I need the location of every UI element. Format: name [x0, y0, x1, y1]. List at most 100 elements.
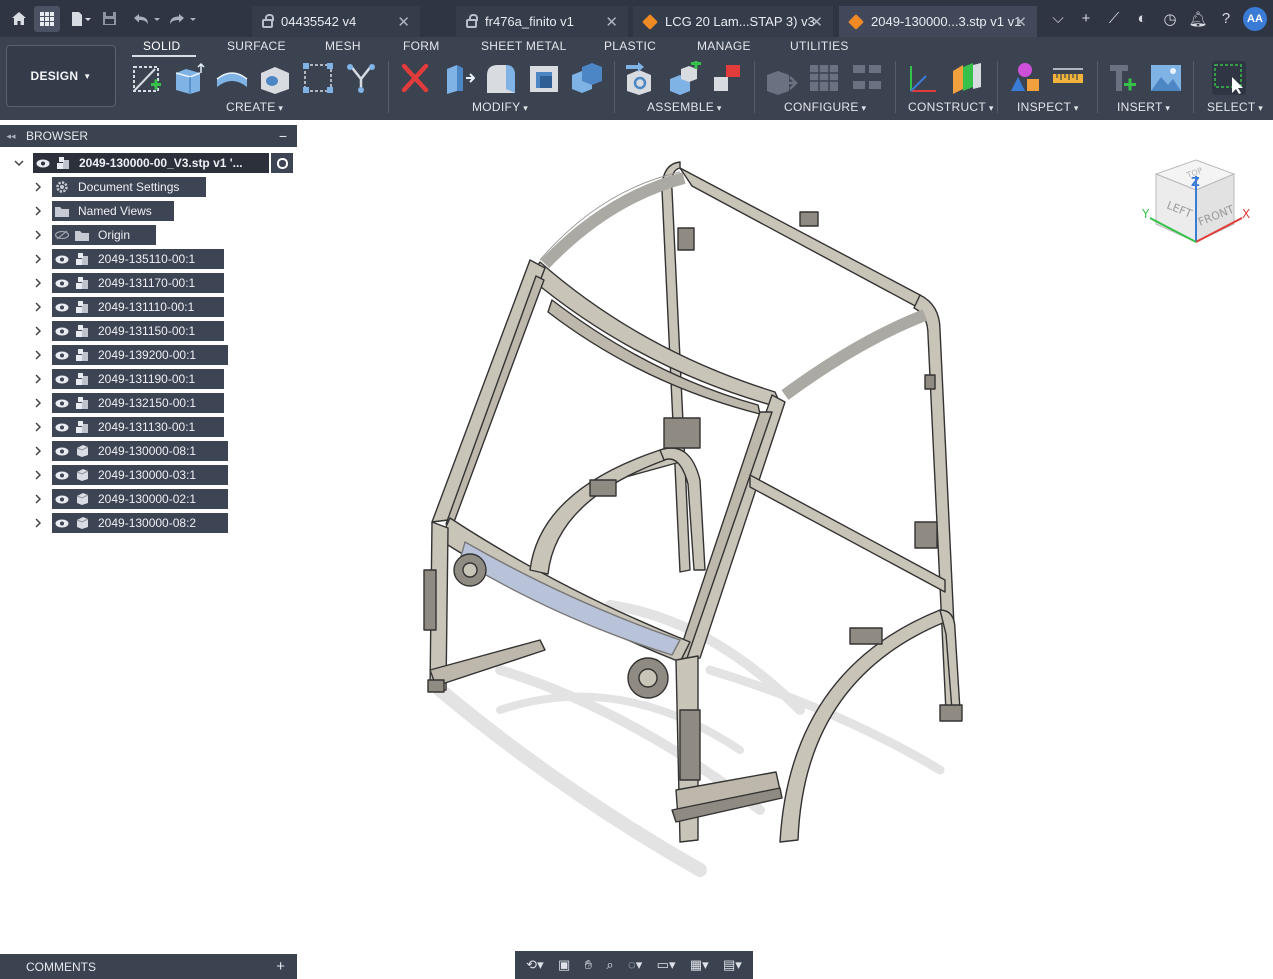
- close-tab-icon[interactable]: ✕: [397, 13, 410, 31]
- visibility-eye-icon[interactable]: [52, 345, 72, 365]
- browser-node[interactable]: 2049-131110-00:1: [52, 297, 224, 317]
- tab-plastic[interactable]: PLASTIC: [604, 39, 656, 53]
- minimize-panel-icon[interactable]: −: [279, 128, 287, 144]
- expand-chevron-right-icon[interactable]: [33, 398, 43, 408]
- browser-node[interactable]: 2049-131190-00:1: [52, 369, 224, 389]
- measure-icon[interactable]: [1051, 61, 1085, 95]
- create-sketch-icon[interactable]: [131, 61, 165, 95]
- expand-chevron-right-icon[interactable]: [33, 278, 43, 288]
- press-pull-icon[interactable]: [441, 61, 475, 95]
- visibility-eye-icon[interactable]: [33, 153, 53, 173]
- workspace-switcher-button[interactable]: DESIGN ▼: [6, 45, 116, 107]
- home-icon[interactable]: [6, 6, 32, 32]
- visibility-eye-icon[interactable]: [52, 273, 72, 293]
- visibility-eye-icon[interactable]: [52, 297, 72, 317]
- add-comment-plus-icon[interactable]: +: [276, 958, 285, 975]
- expand-chevron-right-icon[interactable]: [33, 494, 43, 504]
- tab-mesh[interactable]: MESH: [325, 39, 361, 53]
- browser-node[interactable]: 2049-131150-00:1: [52, 321, 224, 341]
- tab-utilities[interactable]: UTILITIES: [790, 39, 849, 53]
- joint-icon[interactable]: [667, 61, 701, 95]
- insert-derive-icon[interactable]: [1106, 61, 1140, 95]
- delete-x-icon[interactable]: [398, 61, 432, 95]
- insert-canvas-image-icon[interactable]: [1149, 61, 1183, 95]
- tab-surface[interactable]: SURFACE: [227, 39, 286, 53]
- pan-hand-icon[interactable]: ✋︎: [585, 957, 592, 973]
- visibility-eye-icon[interactable]: [52, 393, 72, 413]
- visibility-eye-icon[interactable]: [52, 417, 72, 437]
- browser-node[interactable]: 2049-135110-00:1: [52, 249, 224, 269]
- visibility-eye-icon[interactable]: [52, 489, 72, 509]
- notifications-bell-icon[interactable]: 🔔︎: [1187, 10, 1209, 28]
- group-inspect[interactable]: INSPECT: [1017, 100, 1079, 114]
- combine-split-icon[interactable]: [344, 61, 378, 95]
- close-tab-icon[interactable]: ✕: [810, 13, 823, 31]
- visibility-hidden-eye-icon[interactable]: [52, 225, 72, 245]
- expand-chevron-right-icon[interactable]: [33, 302, 43, 312]
- extensions-icon[interactable]: ⟋: [1103, 10, 1125, 27]
- browser-node[interactable]: 2049-131130-00:1: [52, 417, 224, 437]
- display-component-colors-icon[interactable]: [1008, 61, 1042, 95]
- combine-bodies-icon[interactable]: [570, 61, 604, 95]
- expand-chevron-right-icon[interactable]: [33, 350, 43, 360]
- browser-node[interactable]: 2049-139200-00:1: [52, 345, 228, 365]
- undo-icon[interactable]: [130, 6, 164, 32]
- display-settings-icon[interactable]: ▭▾: [657, 957, 676, 973]
- group-configure[interactable]: CONFIGURE: [784, 100, 866, 114]
- group-create[interactable]: CREATE: [226, 100, 283, 114]
- browser-node[interactable]: 2049-130000-08:2: [52, 513, 228, 533]
- group-assemble[interactable]: ASSEMBLE: [647, 100, 722, 114]
- orbit-icon[interactable]: ⟲▾: [526, 957, 543, 973]
- tab-manage[interactable]: MANAGE: [697, 39, 751, 53]
- browser-node[interactable]: 2049-130000-02:1: [52, 489, 228, 509]
- fillet-icon[interactable]: [484, 61, 518, 95]
- configuration-grid-icon[interactable]: [807, 61, 841, 95]
- close-tab-icon[interactable]: ✕: [1014, 13, 1027, 31]
- tab-sheet-metal[interactable]: SHEET METAL: [481, 39, 567, 53]
- expand-chevron-right-icon[interactable]: [33, 518, 43, 528]
- viewports-icon[interactable]: ▤▾: [723, 957, 742, 973]
- group-construct[interactable]: CONSTRUCT: [908, 100, 994, 114]
- revolve-icon[interactable]: [215, 61, 249, 95]
- group-select[interactable]: SELECT: [1207, 100, 1263, 114]
- browser-node[interactable]: Document Settings: [52, 177, 206, 197]
- pattern-icon[interactable]: [301, 61, 335, 95]
- help-question-icon[interactable]: ?: [1215, 10, 1237, 27]
- redo-icon[interactable]: [166, 6, 200, 32]
- tab-solid[interactable]: SOLID: [143, 39, 181, 53]
- look-at-icon[interactable]: ▣: [558, 957, 570, 973]
- browser-node[interactable]: 2049-132150-00:1: [52, 393, 224, 413]
- configure-table-icon[interactable]: [764, 61, 798, 95]
- visibility-eye-icon[interactable]: [52, 321, 72, 341]
- configuration-tree-icon[interactable]: [850, 61, 884, 95]
- as-built-joint-icon[interactable]: [710, 61, 744, 95]
- expand-chevron-down-icon[interactable]: [14, 158, 24, 168]
- expand-chevron-right-icon[interactable]: [33, 254, 43, 264]
- offset-plane-icon[interactable]: [949, 61, 983, 95]
- select-window-icon[interactable]: [1212, 61, 1246, 95]
- expand-chevron-right-icon[interactable]: [33, 182, 43, 192]
- job-status-icon[interactable]: ◐: [1131, 10, 1153, 27]
- collapse-panel-icon[interactable]: ◂◂: [0, 131, 22, 142]
- tab-document-3[interactable]: LCG 20 Lam...STAP 3) v3 ✕: [633, 6, 833, 37]
- grid-snaps-icon[interactable]: ▦▾: [690, 957, 709, 973]
- viewcube[interactable]: TOP LEFT FRONT Z X Y: [1138, 150, 1254, 260]
- expand-chevron-right-icon[interactable]: [33, 374, 43, 384]
- history-clock-icon[interactable]: ◷: [1159, 10, 1181, 28]
- tab-document-1[interactable]: 04435542 v4 ✕: [252, 6, 420, 37]
- zoom-icon[interactable]: ⌕: [606, 957, 613, 973]
- save-icon[interactable]: [96, 6, 122, 32]
- hole-icon[interactable]: [258, 61, 292, 95]
- expand-chevron-right-icon[interactable]: [33, 470, 43, 480]
- tab-document-active[interactable]: 2049-130000...3.stp v1 v1 ✕: [839, 6, 1037, 37]
- browser-node[interactable]: Named Views: [52, 201, 174, 221]
- new-tab-plus-icon[interactable]: +: [1075, 10, 1097, 27]
- tab-overflow-chevron-icon[interactable]: ⌵: [1047, 10, 1069, 27]
- data-panel-grid-icon[interactable]: [34, 5, 60, 32]
- shell-icon[interactable]: [527, 61, 561, 95]
- group-modify[interactable]: MODIFY: [472, 100, 528, 114]
- construct-axis-icon[interactable]: [906, 61, 940, 95]
- visibility-eye-icon[interactable]: [52, 441, 72, 461]
- browser-node[interactable]: 2049-131170-00:1: [52, 273, 224, 293]
- expand-chevron-right-icon[interactable]: [33, 230, 43, 240]
